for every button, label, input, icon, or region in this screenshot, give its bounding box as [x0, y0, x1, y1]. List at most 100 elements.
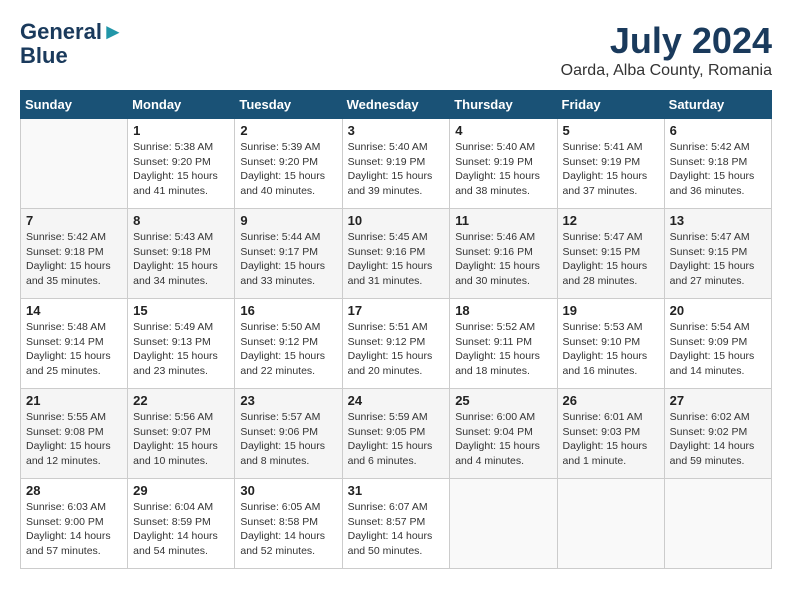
- calendar-cell: 4 Sunrise: 5:40 AM Sunset: 9:19 PM Daylig…: [450, 119, 557, 209]
- calendar-cell: [664, 479, 771, 569]
- day-number: 6: [670, 123, 766, 138]
- page-header: General►Blue July 2024 Oarda, Alba Count…: [20, 20, 772, 80]
- calendar-cell: 29 Sunrise: 6:04 AM Sunset: 8:59 PM Dayli…: [128, 479, 235, 569]
- calendar-day-header: Friday: [557, 91, 664, 119]
- day-info: Sunrise: 5:55 AM Sunset: 9:08 PM Dayligh…: [26, 410, 122, 469]
- calendar-day-header: Saturday: [664, 91, 771, 119]
- day-info: Sunrise: 5:44 AM Sunset: 9:17 PM Dayligh…: [240, 230, 336, 289]
- day-info: Sunrise: 5:56 AM Sunset: 9:07 PM Dayligh…: [133, 410, 229, 469]
- day-number: 1: [133, 123, 229, 138]
- calendar-cell: 31 Sunrise: 6:07 AM Sunset: 8:57 PM Dayli…: [342, 479, 450, 569]
- day-number: 30: [240, 483, 336, 498]
- day-info: Sunrise: 5:40 AM Sunset: 9:19 PM Dayligh…: [455, 140, 551, 199]
- calendar-cell: 19 Sunrise: 5:53 AM Sunset: 9:10 PM Dayli…: [557, 299, 664, 389]
- calendar-week-row: 21 Sunrise: 5:55 AM Sunset: 9:08 PM Dayli…: [21, 389, 772, 479]
- day-info: Sunrise: 6:04 AM Sunset: 8:59 PM Dayligh…: [133, 500, 229, 559]
- calendar-cell: 22Sunrise: 5:56 AM Sunset: 9:07 PM Dayli…: [128, 389, 235, 479]
- calendar-cell: 30 Sunrise: 6:05 AM Sunset: 8:58 PM Dayli…: [235, 479, 342, 569]
- day-info: Sunrise: 5:39 AM Sunset: 9:20 PM Dayligh…: [240, 140, 336, 199]
- calendar-cell: 2 Sunrise: 5:39 AM Sunset: 9:20 PM Daylig…: [235, 119, 342, 209]
- day-info: Sunrise: 5:47 AM Sunset: 9:15 PM Dayligh…: [670, 230, 766, 289]
- day-number: 28: [26, 483, 122, 498]
- day-info: Sunrise: 6:01 AM Sunset: 9:03 PM Dayligh…: [563, 410, 659, 469]
- day-info: Sunrise: 5:52 AM Sunset: 9:11 PM Dayligh…: [455, 320, 551, 379]
- day-info: Sunrise: 6:05 AM Sunset: 8:58 PM Dayligh…: [240, 500, 336, 559]
- calendar-cell: 25 Sunrise: 6:00 AM Sunset: 9:04 PM Dayli…: [450, 389, 557, 479]
- day-info: Sunrise: 6:00 AM Sunset: 9:04 PM Dayligh…: [455, 410, 551, 469]
- day-number: 5: [563, 123, 659, 138]
- calendar-cell: 27 Sunrise: 6:02 AM Sunset: 9:02 PM Dayli…: [664, 389, 771, 479]
- calendar-cell: 13 Sunrise: 5:47 AM Sunset: 9:15 PM Dayli…: [664, 209, 771, 299]
- calendar-cell: 16Sunrise: 5:50 AM Sunset: 9:12 PM Dayli…: [235, 299, 342, 389]
- calendar-cell: 26 Sunrise: 6:01 AM Sunset: 9:03 PM Dayli…: [557, 389, 664, 479]
- day-number: 29: [133, 483, 229, 498]
- day-number: 12: [563, 213, 659, 228]
- calendar-week-row: 1 Sunrise: 5:38 AM Sunset: 9:20 PM Daylig…: [21, 119, 772, 209]
- day-info: Sunrise: 5:59 AM Sunset: 9:05 PM Dayligh…: [348, 410, 445, 469]
- logo: General►Blue: [20, 20, 124, 68]
- calendar-cell: 1 Sunrise: 5:38 AM Sunset: 9:20 PM Daylig…: [128, 119, 235, 209]
- calendar-cell: 15 Sunrise: 5:49 AM Sunset: 9:13 PM Dayli…: [128, 299, 235, 389]
- day-number: 4: [455, 123, 551, 138]
- calendar-cell: 9 Sunrise: 5:44 AM Sunset: 9:17 PM Daylig…: [235, 209, 342, 299]
- day-number: 18: [455, 303, 551, 318]
- day-info: Sunrise: 5:42 AM Sunset: 9:18 PM Dayligh…: [670, 140, 766, 199]
- day-info: Sunrise: 5:51 AM Sunset: 9:12 PM Dayligh…: [348, 320, 445, 379]
- day-number: 17: [348, 303, 445, 318]
- day-number: 20: [670, 303, 766, 318]
- calendar-cell: 8 Sunrise: 5:43 AM Sunset: 9:18 PM Daylig…: [128, 209, 235, 299]
- day-number: 2: [240, 123, 336, 138]
- day-number: 11: [455, 213, 551, 228]
- calendar-cell: [557, 479, 664, 569]
- day-number: 25: [455, 393, 551, 408]
- day-number: 23: [240, 393, 336, 408]
- day-info: Sunrise: 5:45 AM Sunset: 9:16 PM Dayligh…: [348, 230, 445, 289]
- main-title: July 2024: [561, 20, 772, 62]
- day-info: Sunrise: 5:48 AM Sunset: 9:14 PM Dayligh…: [26, 320, 122, 379]
- day-number: 27: [670, 393, 766, 408]
- calendar-cell: 18 Sunrise: 5:52 AM Sunset: 9:11 PM Dayli…: [450, 299, 557, 389]
- day-info: Sunrise: 5:57 AM Sunset: 9:06 PM Dayligh…: [240, 410, 336, 469]
- calendar-day-header: Wednesday: [342, 91, 450, 119]
- calendar-cell: 3Sunrise: 5:40 AM Sunset: 9:19 PM Daylig…: [342, 119, 450, 209]
- day-number: 31: [348, 483, 445, 498]
- day-number: 15: [133, 303, 229, 318]
- day-info: Sunrise: 5:43 AM Sunset: 9:18 PM Dayligh…: [133, 230, 229, 289]
- calendar-day-header: Thursday: [450, 91, 557, 119]
- calendar-cell: 6 Sunrise: 5:42 AM Sunset: 9:18 PM Daylig…: [664, 119, 771, 209]
- calendar-week-row: 7Sunrise: 5:42 AM Sunset: 9:18 PM Daylig…: [21, 209, 772, 299]
- day-info: Sunrise: 5:46 AM Sunset: 9:16 PM Dayligh…: [455, 230, 551, 289]
- calendar-cell: 23 Sunrise: 5:57 AM Sunset: 9:06 PM Dayli…: [235, 389, 342, 479]
- day-number: 14: [26, 303, 122, 318]
- day-info: Sunrise: 6:07 AM Sunset: 8:57 PM Dayligh…: [348, 500, 445, 559]
- day-number: 3: [348, 123, 445, 138]
- day-number: 26: [563, 393, 659, 408]
- day-info: Sunrise: 6:02 AM Sunset: 9:02 PM Dayligh…: [670, 410, 766, 469]
- day-number: 19: [563, 303, 659, 318]
- day-number: 10: [348, 213, 445, 228]
- day-info: Sunrise: 6:03 AM Sunset: 9:00 PM Dayligh…: [26, 500, 122, 559]
- calendar-day-header: Sunday: [21, 91, 128, 119]
- day-number: 24: [348, 393, 445, 408]
- subtitle: Oarda, Alba County, Romania: [561, 62, 772, 80]
- calendar-day-header: Monday: [128, 91, 235, 119]
- logo-text: General►Blue: [20, 20, 124, 68]
- calendar-cell: 21 Sunrise: 5:55 AM Sunset: 9:08 PM Dayli…: [21, 389, 128, 479]
- day-number: 13: [670, 213, 766, 228]
- title-section: July 2024 Oarda, Alba County, Romania: [561, 20, 772, 80]
- calendar-week-row: 28 Sunrise: 6:03 AM Sunset: 9:00 PM Dayli…: [21, 479, 772, 569]
- day-info: Sunrise: 5:53 AM Sunset: 9:10 PM Dayligh…: [563, 320, 659, 379]
- calendar-cell: 28 Sunrise: 6:03 AM Sunset: 9:00 PM Dayli…: [21, 479, 128, 569]
- day-info: Sunrise: 5:50 AM Sunset: 9:12 PM Dayligh…: [240, 320, 336, 379]
- day-number: 7: [26, 213, 122, 228]
- day-number: 9: [240, 213, 336, 228]
- day-number: 8: [133, 213, 229, 228]
- day-info: Sunrise: 5:38 AM Sunset: 9:20 PM Dayligh…: [133, 140, 229, 199]
- calendar-week-row: 14 Sunrise: 5:48 AM Sunset: 9:14 PM Dayli…: [21, 299, 772, 389]
- calendar-cell: 14 Sunrise: 5:48 AM Sunset: 9:14 PM Dayli…: [21, 299, 128, 389]
- day-number: 21: [26, 393, 122, 408]
- calendar-table: SundayMondayTuesdayWednesdayThursdayFrid…: [20, 90, 772, 569]
- calendar-cell: [450, 479, 557, 569]
- calendar-header-row: SundayMondayTuesdayWednesdayThursdayFrid…: [21, 91, 772, 119]
- day-info: Sunrise: 5:49 AM Sunset: 9:13 PM Dayligh…: [133, 320, 229, 379]
